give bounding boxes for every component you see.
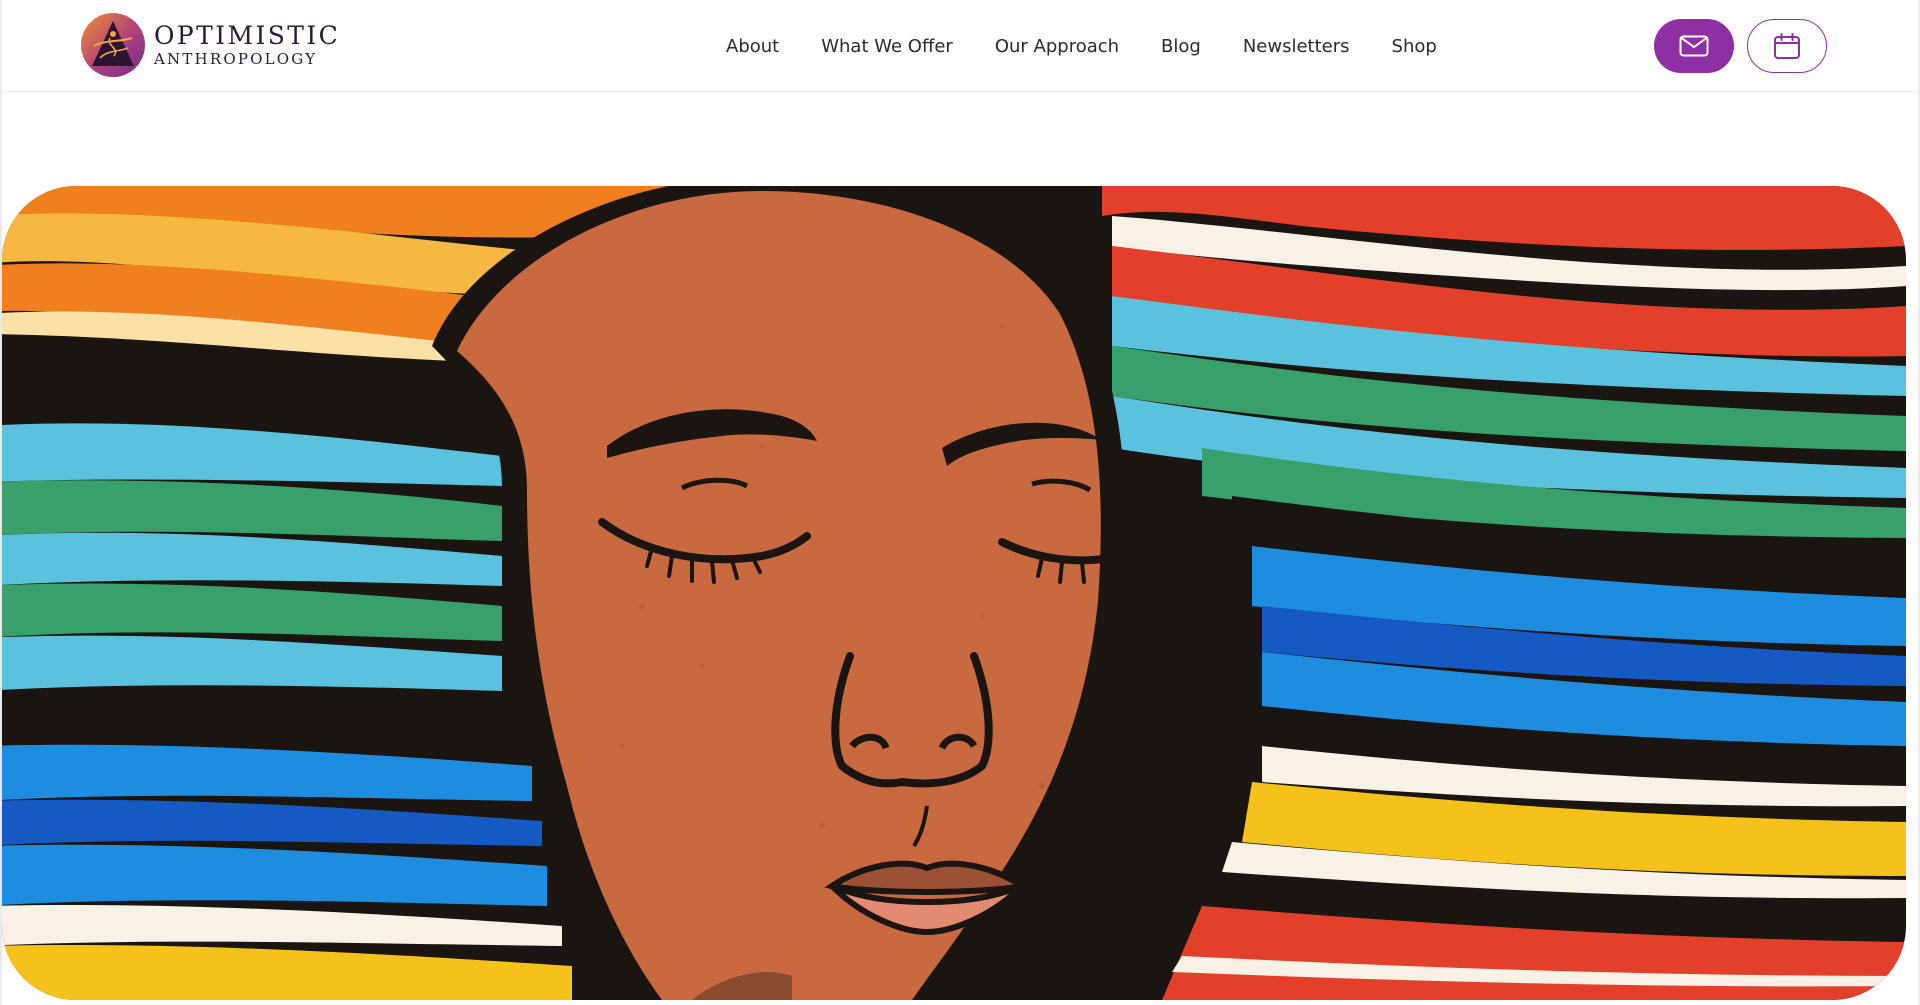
brand-name-line2: ANTHROPOLOGY bbox=[154, 50, 318, 68]
nav-item-our-approach[interactable]: Our Approach bbox=[995, 36, 1119, 57]
brand-mark-icon bbox=[81, 13, 145, 77]
contact-email-button[interactable] bbox=[1654, 19, 1734, 73]
nav-item-shop[interactable]: Shop bbox=[1392, 36, 1437, 57]
main-nav: About What We Offer Our Approach Blog Ne… bbox=[726, 0, 1437, 92]
nav-item-blog[interactable]: Blog bbox=[1161, 36, 1201, 57]
brand-name: OPTIMISTIC ANTHROPOLOGY bbox=[154, 23, 340, 67]
site-header: OPTIMISTIC ANTHROPOLOGY About What We Of… bbox=[0, 0, 1920, 92]
brand-logo-link[interactable]: OPTIMISTIC ANTHROPOLOGY bbox=[80, 12, 340, 78]
nav-item-newsletters[interactable]: Newsletters bbox=[1243, 36, 1350, 57]
calendar-icon bbox=[1774, 33, 1800, 59]
hero-mural-image bbox=[2, 186, 1906, 1000]
hero-mural-illustration bbox=[2, 186, 1906, 1000]
nav-item-what-we-offer[interactable]: What We Offer bbox=[821, 36, 953, 57]
nav-item-about[interactable]: About bbox=[726, 36, 779, 57]
page: OPTIMISTIC ANTHROPOLOGY About What We Of… bbox=[0, 0, 1920, 1005]
book-calendar-button[interactable] bbox=[1747, 19, 1827, 73]
brand-name-line1: OPTIMISTIC bbox=[154, 21, 341, 50]
envelope-icon bbox=[1679, 35, 1709, 57]
